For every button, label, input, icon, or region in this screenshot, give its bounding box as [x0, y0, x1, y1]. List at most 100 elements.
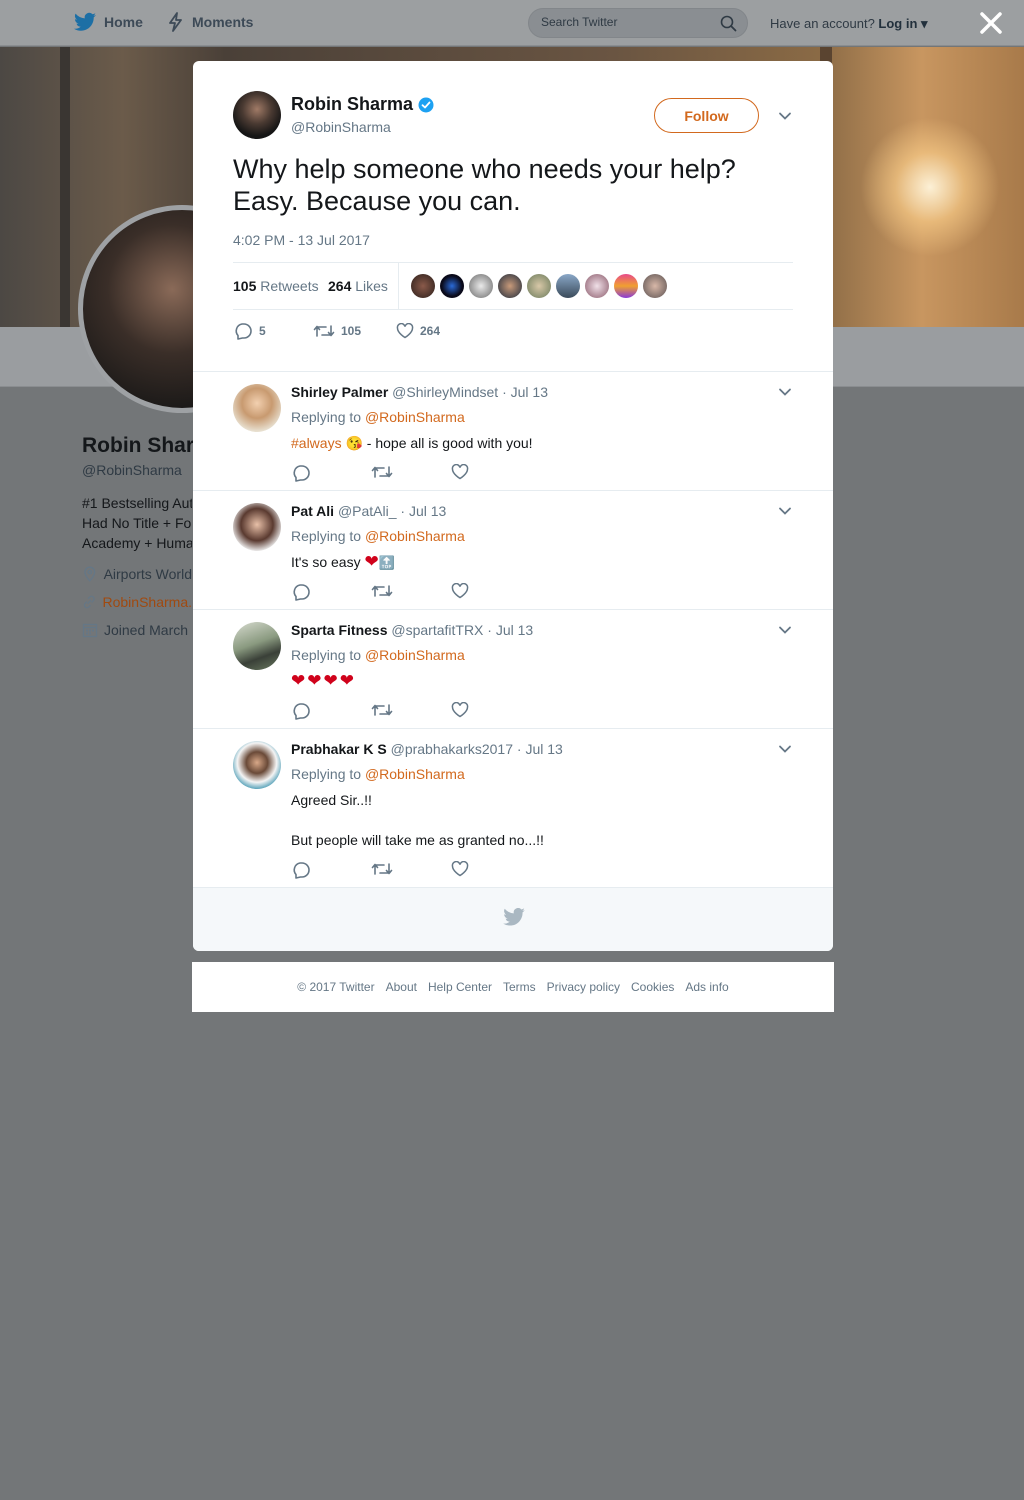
reply-text: It's so easy ❤🔝: [291, 552, 395, 573]
reply-icon: [293, 465, 310, 482]
liker-avatar[interactable]: [643, 274, 667, 298]
liker-avatar[interactable]: [614, 274, 638, 298]
reply-emoji: ❤❤❤❤: [291, 671, 356, 690]
reply-date[interactable]: · Jul 13: [502, 384, 548, 400]
liker-avatar[interactable]: [527, 274, 551, 298]
profile-bio: #1 Bestselling Aut Had No Title + Fo Aca…: [82, 493, 192, 553]
liker-avatar[interactable]: [498, 274, 522, 298]
chevron-down-icon[interactable]: [777, 622, 793, 638]
like-action[interactable]: [451, 582, 531, 606]
reply-action[interactable]: [291, 583, 371, 606]
modal-footer: [193, 887, 833, 951]
retweet-action[interactable]: [371, 583, 451, 606]
reply-avatar[interactable]: [233, 503, 281, 551]
search-icon[interactable]: [720, 15, 737, 32]
profile-website-text: RobinSharma.: [102, 594, 193, 610]
author-avatar[interactable]: [233, 91, 281, 139]
replying-to-link[interactable]: @RobinSharma: [365, 766, 465, 782]
reply-date[interactable]: · Jul 13: [487, 622, 533, 638]
tweet-stats: 105 Retweets 264 Likes: [233, 262, 793, 310]
reply-author-name[interactable]: Sparta Fitness: [291, 622, 387, 638]
replying-to-link[interactable]: @RobinSharma: [365, 647, 465, 663]
reply-avatar[interactable]: [233, 384, 281, 432]
reply-tweet[interactable]: Shirley Palmer @ShirleyMindset · Jul 13 …: [193, 371, 833, 490]
follow-button[interactable]: Follow: [654, 98, 759, 133]
reply-author-handle[interactable]: @spartafitTRX: [391, 622, 483, 638]
footer-link-cookies[interactable]: Cookies: [631, 980, 674, 994]
reply-avatar[interactable]: [233, 622, 281, 670]
author-name[interactable]: Robin Sharma: [291, 94, 434, 115]
profile-handle: @RobinSharma: [82, 462, 182, 478]
account-prompt-text: Have an account?: [770, 16, 875, 31]
retweet-action[interactable]: 105: [313, 323, 396, 339]
search-input[interactable]: [541, 15, 711, 29]
reply-author-handle[interactable]: @prabhakarks2017: [391, 741, 513, 757]
reply-header: Pat Ali @PatAli_ · Jul 13: [291, 503, 446, 519]
profile-website[interactable]: RobinSharma.: [82, 594, 192, 610]
nav-moments[interactable]: Moments: [168, 12, 253, 32]
retweet-action[interactable]: [371, 464, 451, 487]
account-prompt: Have an account? Log in ▾: [770, 16, 928, 32]
reply-author-name[interactable]: Shirley Palmer: [291, 384, 388, 400]
like-action[interactable]: [451, 860, 531, 884]
reply-action[interactable]: [291, 861, 371, 884]
login-link[interactable]: Log in ▾: [878, 16, 927, 31]
chevron-down-icon[interactable]: [777, 108, 793, 124]
tweet-timestamp[interactable]: 4:02 PM - 13 Jul 2017: [233, 232, 370, 248]
author-handle[interactable]: @RobinSharma: [291, 119, 391, 135]
reply-actions: [291, 463, 531, 487]
reply-action[interactable]: 5: [233, 322, 313, 340]
retweet-action[interactable]: [371, 861, 451, 884]
reply-avatar[interactable]: [233, 741, 281, 789]
reply-author-name[interactable]: Prabhakar K S: [291, 741, 387, 757]
link-icon: [83, 595, 95, 609]
profile-bio-line: Academy + Huma: [82, 535, 192, 551]
reply-tweet[interactable]: Sparta Fitness @spartafitTRX · Jul 13 Re…: [193, 609, 833, 728]
chevron-down-icon[interactable]: [777, 503, 793, 519]
profile-joined: Joined March: [82, 622, 192, 638]
reply-date[interactable]: · Jul 13: [400, 503, 446, 519]
reply-tweet[interactable]: Prabhakar K S @prabhakarks2017 · Jul 13 …: [193, 728, 833, 887]
likes-count: 264: [328, 278, 352, 294]
nav-home-label: Home: [104, 14, 143, 30]
reply-header: Sparta Fitness @spartafitTRX · Jul 13: [291, 622, 533, 638]
heart-icon: [451, 463, 469, 480]
footer-link-help-center[interactable]: Help Center: [428, 980, 492, 994]
hashtag-link[interactable]: #always: [291, 435, 342, 451]
liker-avatar[interactable]: [585, 274, 609, 298]
reply-date[interactable]: · Jul 13: [517, 741, 563, 757]
footer-link-ads-info[interactable]: Ads info: [685, 980, 728, 994]
nav-home[interactable]: Home: [74, 12, 143, 32]
footer-link-terms[interactable]: Terms: [503, 980, 536, 994]
retweet-icon: [371, 704, 393, 716]
likes-stat[interactable]: 264 Likes: [328, 278, 388, 294]
like-action[interactable]: [451, 701, 531, 725]
close-icon[interactable]: [978, 10, 1004, 36]
liker-avatar[interactable]: [440, 274, 464, 298]
chevron-down-icon[interactable]: [777, 384, 793, 400]
replying-to-link[interactable]: @RobinSharma: [365, 528, 465, 544]
reply-author-handle[interactable]: @ShirleyMindset: [392, 384, 498, 400]
like-action[interactable]: [451, 463, 531, 487]
liker-avatar[interactable]: [556, 274, 580, 298]
liker-avatar[interactable]: [469, 274, 493, 298]
liker-avatar[interactable]: [411, 274, 435, 298]
footer-link-about[interactable]: About: [386, 980, 417, 994]
reply-author-name[interactable]: Pat Ali: [291, 503, 334, 519]
heart-icon: [396, 323, 414, 339]
author-name-text: Robin Sharma: [291, 94, 414, 114]
reply-text-line: But people will take me as granted no...…: [291, 832, 544, 848]
profile-location: Airports World: [82, 566, 192, 582]
reply-action[interactable]: [291, 702, 371, 725]
retweets-stat[interactable]: 105 Retweets: [233, 278, 319, 294]
retweet-action[interactable]: [371, 702, 451, 725]
reply-icon: [293, 703, 310, 720]
chevron-down-icon[interactable]: [777, 741, 793, 757]
retweet-icon: [313, 325, 335, 337]
reply-action[interactable]: [291, 464, 371, 487]
reply-author-handle[interactable]: @PatAli_: [338, 503, 397, 519]
footer-link-privacy-policy[interactable]: Privacy policy: [547, 980, 620, 994]
reply-tweet[interactable]: Pat Ali @PatAli_ · Jul 13 Replying to @R…: [193, 490, 833, 609]
like-action[interactable]: 264: [396, 323, 440, 339]
replying-to-link[interactable]: @RobinSharma: [365, 409, 465, 425]
